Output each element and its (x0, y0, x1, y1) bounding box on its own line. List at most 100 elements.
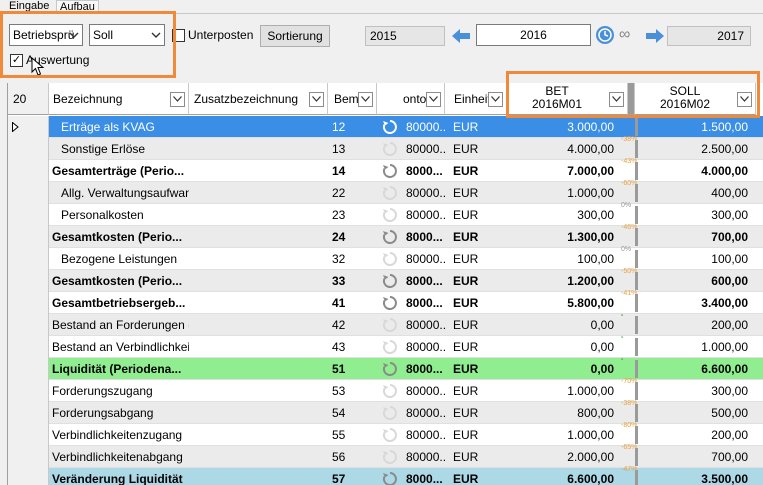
unterposten-checkbox[interactable] (172, 29, 185, 42)
arrow-left-icon[interactable] (451, 27, 471, 45)
table-row[interactable]: Sonstige Erlöse 13 80000... EUR 4.000,00 -38%… (8, 136, 763, 160)
column-header-bezeichnung[interactable]: Bezeichnung (49, 83, 189, 115)
betriebspruefung-combo[interactable]: Betriebsprü (9, 24, 83, 46)
filter-dropdown-button[interactable] (170, 92, 185, 107)
pct-indicator: 0% (621, 246, 632, 253)
bem-cell: 42 (332, 318, 346, 332)
column-header-soll[interactable]: SOLL 2016M02 (635, 83, 756, 115)
table-row[interactable]: Bestand an Verbindlichkei... 43 80000... EU… (8, 334, 763, 358)
column-splitter[interactable] (628, 83, 635, 115)
table-row[interactable]: Gesamterträge (Perio... 14 8000... EUR 7.000… (8, 158, 763, 182)
einheit-cell: EUR (453, 406, 479, 420)
column-header-bet[interactable]: BET 2016M01 (507, 83, 628, 115)
row-header[interactable] (8, 160, 49, 182)
arrow-right-icon[interactable] (645, 27, 665, 45)
refresh-icon[interactable] (382, 449, 398, 465)
bet-value-cell: 1.200,00 (567, 274, 614, 288)
unterposten-label: Unterposten (188, 28, 254, 42)
row-header[interactable] (8, 182, 49, 204)
row-header[interactable] (8, 226, 49, 248)
bezeichnung-cell: Personalkosten (61, 208, 144, 222)
tab-eingabe[interactable]: Eingabe (6, 0, 52, 14)
refresh-icon[interactable] (382, 251, 398, 267)
table-row[interactable]: Erträge als KVAG 12 80000... EUR 3.000,00 1.5… (8, 116, 763, 138)
row-header[interactable] (8, 138, 49, 160)
konto-cell: 80000... (406, 318, 446, 332)
bem-cell: 12 (332, 120, 346, 134)
row-header[interactable] (8, 314, 49, 336)
table-row[interactable]: Gesamtbetriebsergeb... 41 8000... EUR 5.800,… (8, 290, 763, 314)
refresh-icon[interactable] (382, 207, 398, 223)
row-header[interactable] (8, 248, 49, 270)
row-header[interactable] (8, 270, 49, 292)
row-header[interactable] (8, 116, 49, 138)
bezeichnung-cell: Forderungsabgang (52, 406, 154, 420)
filter-dropdown-button[interactable] (609, 92, 624, 107)
year-current-input[interactable]: 2016 (476, 24, 591, 46)
bem-cell: 57 (332, 472, 346, 485)
einheit-cell: EUR (453, 450, 479, 464)
refresh-icon[interactable] (382, 295, 398, 311)
auswertung-checkbox[interactable]: ✓ (10, 54, 23, 67)
konto-cell: 80000... (406, 252, 446, 266)
table-row[interactable]: Bezogene Leistungen 32 80000... EUR 100,00 0%… (8, 246, 763, 270)
refresh-icon[interactable] (382, 471, 398, 485)
row-header[interactable] (8, 380, 49, 402)
filter-dropdown-button[interactable] (358, 92, 373, 107)
refresh-icon[interactable] (382, 427, 398, 443)
row-header[interactable] (8, 446, 49, 468)
mouse-cursor-icon (31, 57, 45, 76)
sortierung-button[interactable]: Sortierung (260, 25, 330, 47)
column-title: Zusatzbezeichnung (194, 92, 299, 106)
filter-dropdown-button[interactable] (737, 92, 752, 107)
filter-dropdown-button[interactable] (488, 92, 503, 107)
row-header[interactable] (8, 204, 49, 226)
einheit-cell: EUR (453, 318, 479, 332)
refresh-icon[interactable] (382, 339, 398, 355)
table-row[interactable]: Bestand an Forderungen (... 42 80000... EUR… (8, 312, 763, 336)
row-header[interactable] (8, 424, 49, 446)
tab-aufbau[interactable]: Aufbau (56, 0, 99, 14)
soll-value-cell: 300,00 (711, 384, 748, 398)
refresh-icon[interactable] (382, 405, 398, 421)
table-row[interactable]: Gesamtkosten (Perio... 24 8000... EUR 1.300,… (8, 224, 763, 248)
konto-cell: 80000... (406, 428, 446, 442)
refresh-icon[interactable] (382, 383, 398, 399)
column-header-zusatzbezeichnung[interactable]: Zusatzbezeichnung (189, 83, 328, 115)
bem-cell: 51 (332, 362, 346, 376)
refresh-icon[interactable] (382, 229, 398, 245)
table-row[interactable]: Verbindlichkeitenabgang 56 80000... EUR 2.00… (8, 444, 763, 468)
refresh-icon[interactable] (382, 185, 398, 201)
clock-icon[interactable] (596, 26, 614, 44)
row-header[interactable] (8, 358, 49, 380)
konto-cell: 80000... (406, 120, 446, 134)
table-row[interactable]: Allg. Verwaltungsaufwand 22 80000... EUR 1.0… (8, 180, 763, 204)
refresh-icon[interactable] (382, 163, 398, 179)
table-row[interactable]: Forderungszugang 53 80000... EUR 1.000,00 -70… (8, 378, 763, 402)
row-header[interactable] (8, 468, 49, 485)
infinity-icon[interactable]: ∞ (619, 26, 630, 44)
table-row[interactable]: Veränderung Liquidität 57 8000... EUR 6.600,… (8, 466, 763, 485)
table-row[interactable]: Liquidität (Periodena... 51 8000... EUR 0,00… (8, 356, 763, 380)
filter-dropdown-button[interactable] (426, 92, 441, 107)
refresh-icon[interactable] (382, 141, 398, 157)
table-row[interactable]: Forderungsabgang 54 80000... EUR 800,00 -38% 5… (8, 400, 763, 424)
row-header[interactable] (8, 402, 49, 424)
soll-value-cell: 700,00 (711, 450, 748, 464)
konto-cell: 8000... (406, 362, 443, 376)
row-header[interactable] (8, 292, 49, 314)
row-header[interactable] (8, 336, 49, 358)
column-header-bem[interactable]: Bem (328, 83, 377, 115)
table-row[interactable]: Verbindlichkeitenzugang 55 80000... EUR 1.00… (8, 422, 763, 446)
filter-dropdown-button[interactable] (309, 92, 324, 107)
refresh-icon[interactable] (382, 119, 398, 135)
table-row[interactable]: Gesamtkosten (Perio... 33 8000... EUR 1.200,… (8, 268, 763, 292)
soll-value-cell: 1.500,00 (701, 120, 748, 134)
soll-combo[interactable]: Soll (89, 24, 165, 46)
refresh-icon[interactable] (382, 273, 398, 289)
column-header-konto[interactable]: onto (377, 83, 445, 115)
table-row[interactable]: Personalkosten 23 80000... EUR 300,00 0% 300,0… (8, 202, 763, 226)
refresh-icon[interactable] (382, 317, 398, 333)
column-header-einheit[interactable]: Einheit (445, 83, 507, 115)
refresh-icon[interactable] (382, 361, 398, 377)
